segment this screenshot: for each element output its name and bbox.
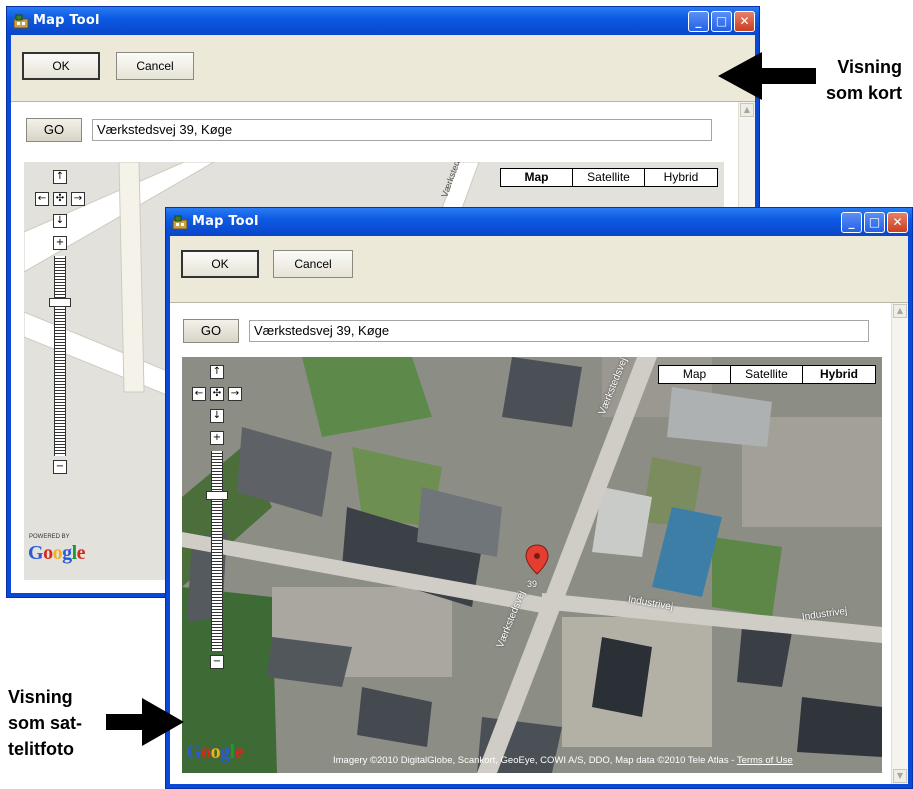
maximize-icon: □ [868,215,881,229]
zoom-slider[interactable] [54,256,66,456]
go-button[interactable]: GO [26,118,82,142]
callout-line: telitfoto [8,739,74,759]
terms-of-use-link[interactable]: Terms of Use [737,755,793,766]
callout-line: som sat- [8,713,83,733]
pan-right-icon[interactable]: → [71,192,85,206]
zoom-in-icon[interactable]: + [53,236,67,250]
maximize-button[interactable]: □ [711,11,732,32]
zoom-slider-thumb[interactable] [206,491,228,500]
attribution-text: Imagery ©2010 DigitalGlobe, Scankort, Ge… [333,755,737,766]
pan-up-icon[interactable]: ↑ [53,170,67,184]
pan-right-icon[interactable]: → [228,387,242,401]
close-icon: ✕ [739,14,750,28]
ok-button[interactable]: OK [181,250,259,278]
map-type-map[interactable]: Map [659,366,731,383]
callout-line: Visning [837,57,903,77]
callout-line: som kort [826,83,903,103]
app-icon [172,215,188,230]
google-logo: Google [28,542,86,564]
minimize-button[interactable]: _ [688,11,709,32]
map-type-hybrid[interactable]: Hybrid [645,169,717,186]
zoom-out-icon[interactable]: − [53,460,67,474]
powered-by-label: POWERED BY [29,534,70,540]
pan-left-icon[interactable]: ← [192,387,206,401]
zoom-out-icon[interactable]: − [210,655,224,669]
maximize-icon: □ [715,14,728,28]
callout-satellite-view: Visning som sat- telitfoto [8,684,82,762]
go-button[interactable]: GO [183,319,239,343]
title-bar[interactable]: Map Tool _ □ ✕ [7,7,759,35]
zoom-slider[interactable] [211,451,223,651]
pan-center-icon[interactable]: ✣ [53,192,67,206]
location-marker[interactable] [525,544,549,575]
window-client: OK Cancel GO Værkstedsvej 39, Køge Værks… [170,236,908,784]
minimize-icon: _ [695,14,702,28]
close-button[interactable]: ✕ [887,212,908,233]
close-icon: ✕ [892,215,903,229]
window-title: Map Tool [33,13,100,28]
address-input[interactable]: Værkstedsvej 39, Køge [249,320,869,342]
close-button[interactable]: ✕ [734,11,755,32]
pan-zoom-control: ↑ ← ✣ → ↓ + − [188,365,248,675]
map-type-satellite[interactable]: Satellite [731,366,803,383]
zoom-in-icon[interactable]: + [210,431,224,445]
dialog-toolbar: OK Cancel [170,236,908,303]
maximize-button[interactable]: □ [864,212,885,233]
map-tool-window-front: Map Tool _ □ ✕ OK Cancel GO Værkstedsvej… [165,207,913,789]
pan-down-icon[interactable]: ↓ [210,409,224,423]
minimize-icon: _ [848,215,855,229]
dialog-toolbar: OK Cancel [11,35,755,102]
minimize-button[interactable]: _ [841,212,862,233]
pan-zoom-control: ↑ ← ✣ → ↓ + − [31,170,91,480]
zoom-slider-thumb[interactable] [49,298,71,307]
address-input[interactable]: Værkstedsvej 39, Køge [92,119,712,141]
google-logo: Google [186,741,244,763]
map-type-satellite[interactable]: Satellite [573,169,645,186]
ok-button[interactable]: OK [22,52,100,80]
app-icon [13,14,29,29]
map-type-hybrid[interactable]: Hybrid [803,366,875,383]
scroll-down-icon[interactable]: ▼ [893,769,907,783]
callout-map-view: Visning som kort [826,54,902,106]
satellite-map[interactable]: Værkstedsvej Industrivej Industrivej Vær… [182,357,882,773]
map-type-switcher: Map Satellite Hybrid [500,168,718,187]
pan-center-icon[interactable]: ✣ [210,387,224,401]
house-number-label: 39 [527,579,538,589]
map-type-map[interactable]: Map [501,169,573,186]
cancel-button[interactable]: Cancel [273,250,353,278]
callout-line: Visning [8,687,73,707]
map-panel: GO Værkstedsvej 39, Køge Værkstedsvej In… [170,303,908,784]
pan-up-icon[interactable]: ↑ [210,365,224,379]
map-type-switcher: Map Satellite Hybrid [658,365,876,384]
vertical-scrollbar[interactable]: ▲ ▼ [891,303,908,784]
map-attribution: Imagery ©2010 DigitalGlobe, Scankort, Ge… [333,755,793,766]
scroll-up-icon[interactable]: ▲ [740,103,754,117]
title-bar[interactable]: Map Tool _ □ ✕ [166,208,912,236]
cancel-button[interactable]: Cancel [116,52,194,80]
pan-left-icon[interactable]: ← [35,192,49,206]
arrow-right-icon [718,52,816,100]
scroll-up-icon[interactable]: ▲ [893,304,907,318]
pan-down-icon[interactable]: ↓ [53,214,67,228]
satellite-imagery [182,357,882,773]
window-title: Map Tool [192,214,259,229]
arrow-left-icon [106,698,184,746]
